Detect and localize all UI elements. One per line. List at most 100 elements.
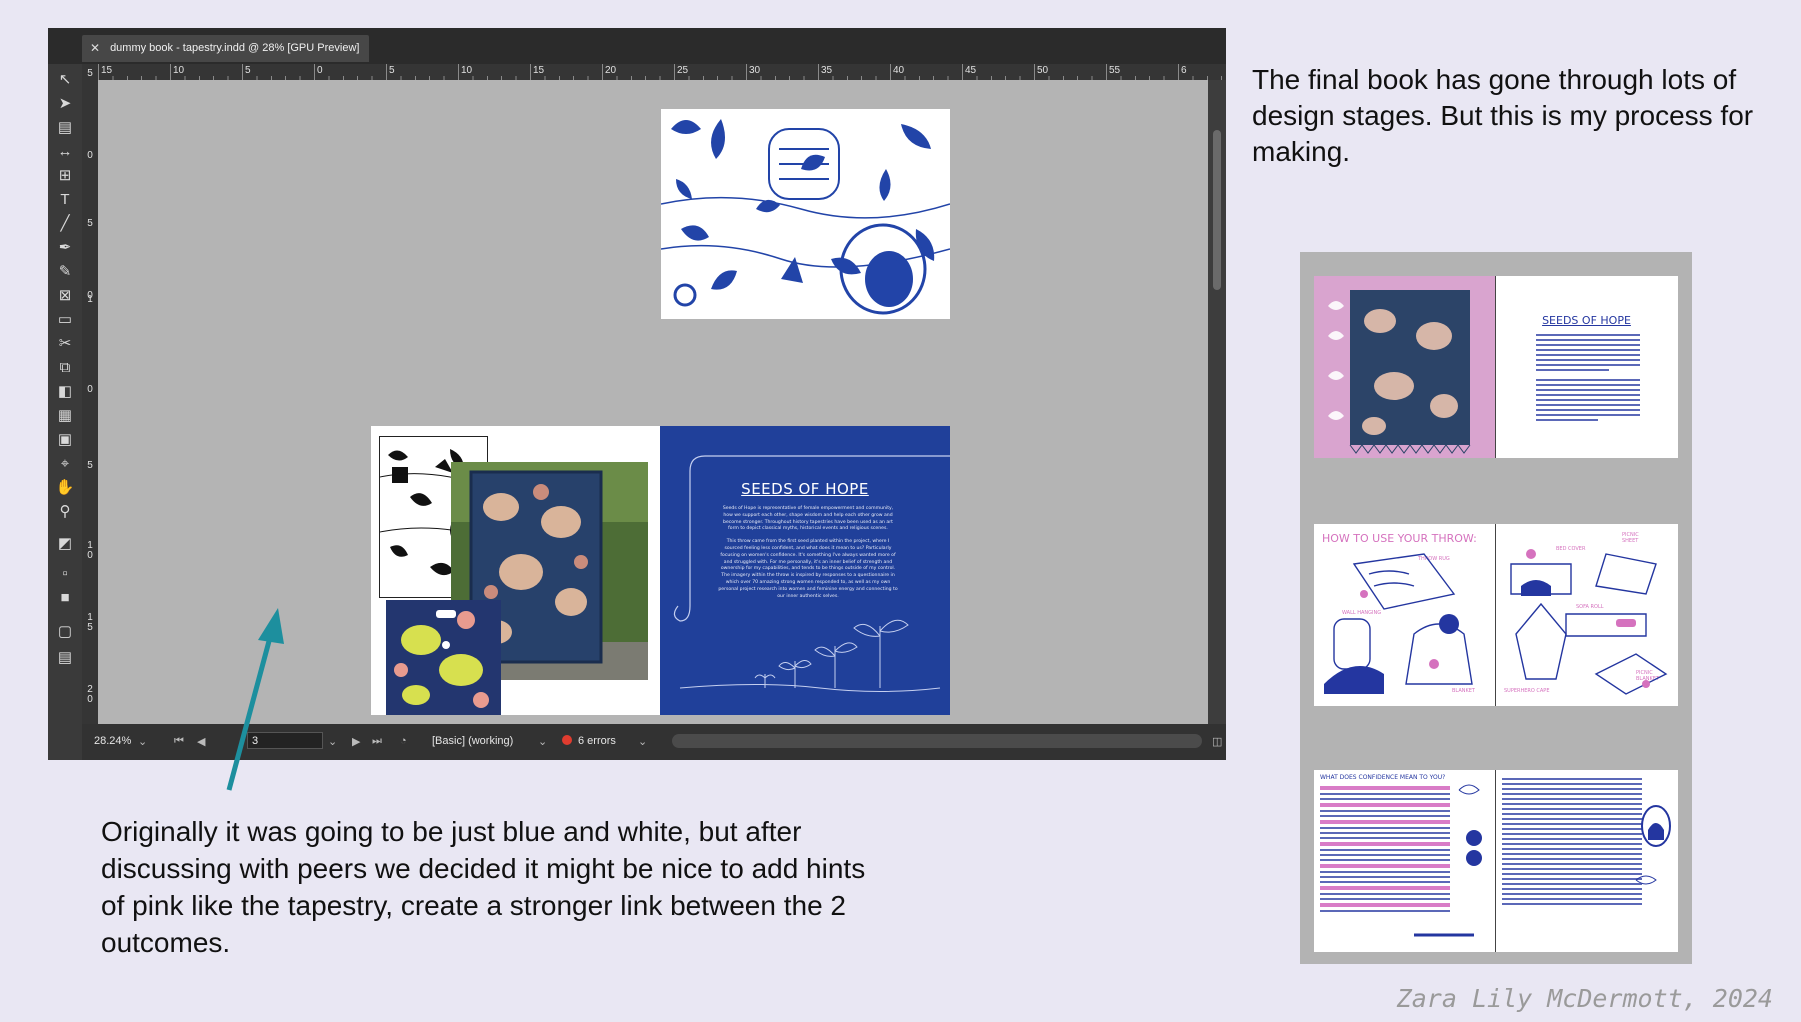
free-transform-tool-icon[interactable]: ⧉ bbox=[54, 358, 76, 378]
ruler-tick bbox=[890, 64, 891, 80]
document-tab-bar: ✕ dummy book - tapestry.indd @ 28% [GPU … bbox=[48, 28, 1226, 64]
gradient-swatch-tool-icon[interactable]: ◧ bbox=[54, 382, 76, 402]
pencil-tool-icon[interactable]: ✎ bbox=[54, 262, 76, 282]
ruler-label: 45 bbox=[965, 65, 977, 76]
thumbnail-spread-3[interactable]: WHAT DOES CONFIDENCE MEAN TO YOU? bbox=[1314, 770, 1678, 952]
vertical-scrollbar[interactable] bbox=[1208, 80, 1226, 724]
note-tool-icon[interactable]: ▣ bbox=[54, 430, 76, 450]
first-page-icon[interactable]: ⏮ bbox=[174, 735, 184, 748]
thumbnail-confidence-page: WHAT DOES CONFIDENCE MEAN TO YOU? bbox=[1314, 770, 1496, 952]
blue-pattern-illustration bbox=[661, 109, 950, 319]
hand-tool-icon[interactable]: ✋ bbox=[54, 478, 76, 498]
ruler-tick bbox=[386, 64, 387, 80]
gradient-feather-tool-icon[interactable]: ▦ bbox=[54, 406, 76, 426]
ruler-tick bbox=[602, 64, 603, 80]
ruler-tick bbox=[746, 64, 747, 80]
zoom-level[interactable]: 28.24% bbox=[94, 735, 131, 747]
errors-dropdown-icon[interactable]: ⌄ bbox=[638, 735, 647, 748]
teal-arrow bbox=[226, 608, 284, 791]
content-collector-icon[interactable]: ⊞ bbox=[54, 166, 76, 186]
ruler-label: 0 bbox=[87, 150, 93, 161]
document-tab[interactable]: ✕ dummy book - tapestry.indd @ 28% [GPU … bbox=[82, 35, 370, 62]
ruler-tick bbox=[674, 64, 675, 80]
ruler-tick bbox=[530, 64, 531, 80]
pen-tool-icon[interactable]: ✒ bbox=[54, 238, 76, 258]
ruler-label: 10 bbox=[173, 65, 185, 76]
ruler-label: 30 bbox=[749, 65, 761, 76]
pattern-page[interactable] bbox=[661, 109, 950, 319]
preflight-profile[interactable]: [Basic] (working) bbox=[432, 735, 513, 747]
spread-left-page[interactable] bbox=[371, 426, 660, 715]
zoom-dropdown-icon[interactable]: ⌄ bbox=[138, 735, 147, 748]
scissors-tool-icon[interactable]: ✂ bbox=[54, 334, 76, 354]
next-page-icon[interactable]: ▶ bbox=[352, 735, 360, 748]
ruler-tick bbox=[170, 64, 171, 80]
thumbnail-seeds-title: SEEDS OF HOPE bbox=[1542, 314, 1631, 327]
ruler-label: 0 bbox=[87, 384, 93, 395]
screen-mode-icon[interactable]: ▢ bbox=[54, 622, 76, 642]
selection-tool-icon[interactable]: ↖ bbox=[54, 70, 76, 90]
spread-title: SEEDS OF HOPE bbox=[741, 480, 869, 498]
profile-dropdown-icon[interactable]: ⌄ bbox=[538, 735, 547, 748]
ruler-label: 40 bbox=[893, 65, 905, 76]
apply-color-icon[interactable]: ■ bbox=[54, 588, 76, 608]
split-view-icon[interactable]: ◫ bbox=[1212, 735, 1222, 748]
ruler-tick bbox=[818, 64, 819, 80]
ruler-label: 15 bbox=[533, 65, 545, 76]
ruler-label: 5 bbox=[87, 218, 93, 229]
spread-body-text: Seeds of Hope is representative of femal… bbox=[718, 506, 898, 600]
ruler-label: 15 bbox=[101, 65, 113, 76]
type-tool-icon[interactable]: T bbox=[54, 190, 76, 210]
color-tapestry-detail[interactable] bbox=[386, 600, 501, 715]
answers-illustrations bbox=[1635, 805, 1671, 885]
zoom-tool-icon[interactable]: ⚲ bbox=[54, 502, 76, 522]
preflight-icon[interactable]: ◔ bbox=[400, 735, 407, 747]
page-dropdown-icon[interactable]: ⌄ bbox=[328, 735, 337, 748]
ruler-label: 5 bbox=[87, 68, 93, 79]
preview-mode-icon[interactable]: ▤ bbox=[54, 648, 76, 668]
book-spread[interactable]: SEEDS OF HOPE Seeds of Hope is represent… bbox=[371, 426, 950, 715]
thumbnail-how-to-page: HOW TO USE YOUR THROW: THROW RUG WALL HA… bbox=[1314, 524, 1496, 706]
thumbnail-uses-page: BED COVER PICNIC SHEET SOFA ROLL SUPERHE… bbox=[1496, 524, 1677, 706]
color-pattern-illustration bbox=[386, 600, 501, 715]
tools-panel: ↖ ➤ ▤ ↔ ⊞ T ╱ ✒ ✎ ⊠ ▭ ✂ ⧉ ◧ ▦ ▣ ⌖ ✋ ⚲ ◩ … bbox=[48, 64, 82, 724]
tapestry-throw-image bbox=[1314, 276, 1495, 458]
confidence-illustrations bbox=[1414, 784, 1482, 937]
page-thumbnails-panel: SEEDS OF HOPE HOW TO USE YOUR THROW: THR… bbox=[1300, 252, 1692, 964]
ruler-label: 10 bbox=[461, 65, 473, 76]
direct-selection-tool-icon[interactable]: ➤ bbox=[54, 94, 76, 114]
ruler-label: 0 bbox=[87, 694, 93, 705]
eyedropper-tool-icon[interactable]: ⌖ bbox=[54, 454, 76, 474]
ruler-label: 35 bbox=[821, 65, 833, 76]
rectangle-tool-icon[interactable]: ▭ bbox=[54, 310, 76, 330]
ruler-label: 20 bbox=[605, 65, 617, 76]
thumbnail-spread-2[interactable]: HOW TO USE YOUR THROW: THROW RUG WALL HA… bbox=[1314, 524, 1678, 706]
page-tool-icon[interactable]: ▤ bbox=[54, 118, 76, 138]
vertical-ruler: 5 0 5 0 1 0 5 1 0 1 5 2 0 bbox=[82, 64, 99, 724]
ruler-label: 50 bbox=[1037, 65, 1049, 76]
horizontal-ruler: 15 10 5 0 5 10 15 20 25 30 35 40 45 50 5… bbox=[98, 64, 1226, 81]
ruler-tick bbox=[1178, 64, 1179, 80]
horizontal-scrollbar[interactable] bbox=[672, 734, 1202, 748]
last-page-icon[interactable]: ⏭ bbox=[372, 735, 382, 748]
ruler-label: 5 bbox=[87, 460, 93, 471]
spread-right-page[interactable]: SEEDS OF HOPE Seeds of Hope is represent… bbox=[660, 426, 950, 715]
ruler-label: 5 bbox=[245, 65, 251, 76]
vertical-scroll-thumb[interactable] bbox=[1213, 130, 1221, 290]
rectangle-frame-tool-icon[interactable]: ⊠ bbox=[54, 286, 76, 306]
ruler-label: 1 bbox=[87, 294, 93, 305]
ruler-label: 55 bbox=[1109, 65, 1121, 76]
line-tool-icon[interactable]: ╱ bbox=[54, 214, 76, 234]
close-tab-icon[interactable]: ✕ bbox=[90, 35, 100, 62]
errors-count: 6 errors bbox=[578, 735, 616, 747]
ruler-label: 6 bbox=[1181, 65, 1187, 76]
preflight-errors[interactable]: 6 errors bbox=[562, 735, 616, 747]
color-decision-caption: Originally it was going to be just blue … bbox=[101, 816, 866, 958]
uses-illustrations bbox=[1510, 549, 1668, 695]
thumbnail-spread-1[interactable]: SEEDS OF HOPE bbox=[1314, 276, 1678, 458]
ruler-tick bbox=[458, 64, 459, 80]
fill-stroke-swatch-icon[interactable]: ◩ bbox=[54, 534, 76, 554]
formatting-affects-container-icon[interactable]: ▫ bbox=[54, 564, 76, 584]
gap-tool-icon[interactable]: ↔ bbox=[54, 142, 76, 162]
ruler-tick bbox=[962, 64, 963, 80]
